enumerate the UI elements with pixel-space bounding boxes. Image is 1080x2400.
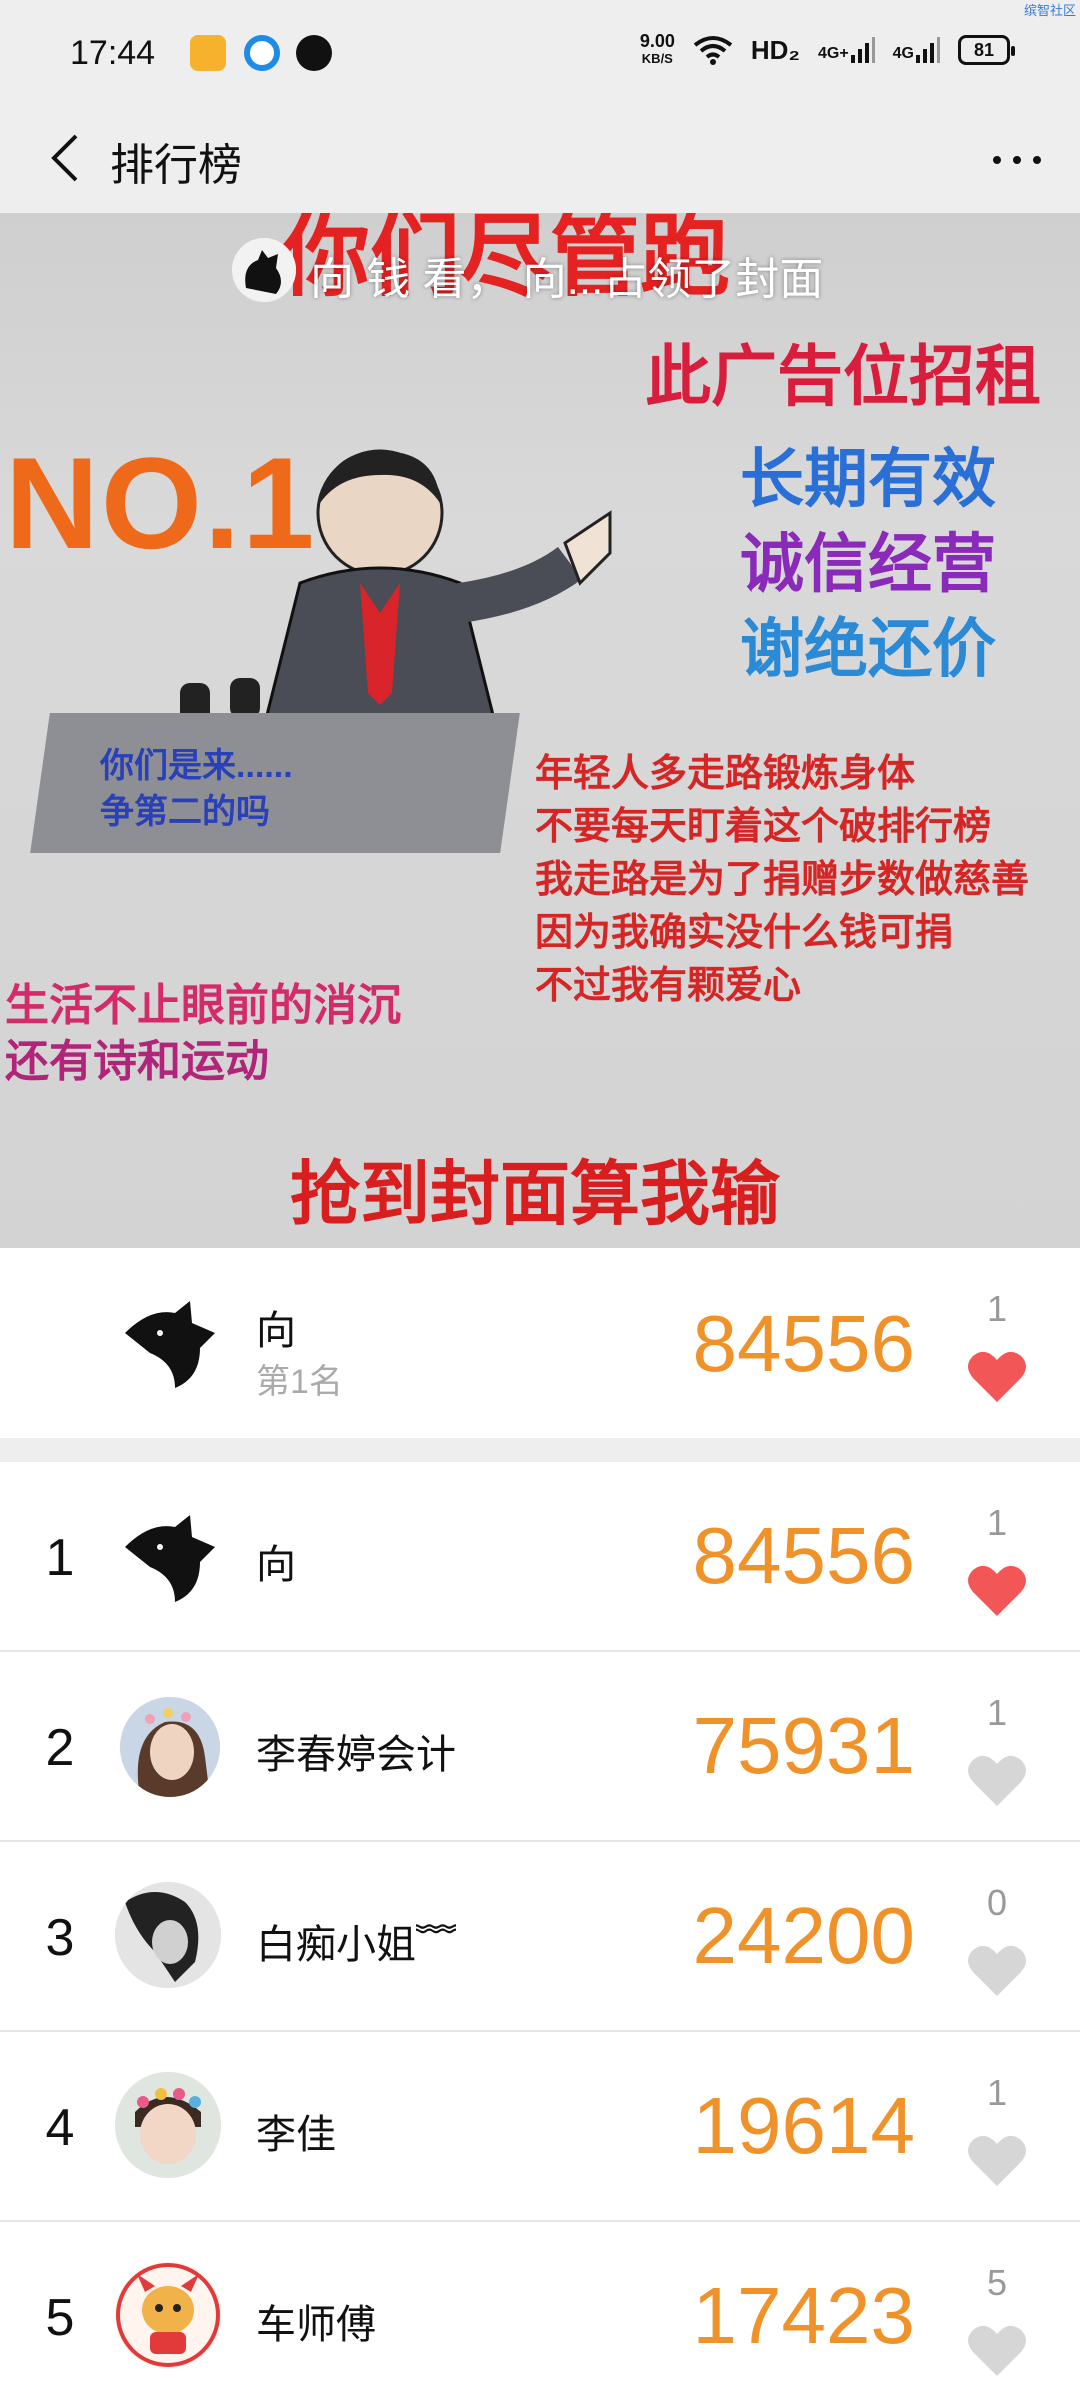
user-name: 向: [256, 1543, 296, 1587]
cover-owner-avatar: [232, 238, 296, 302]
net-speed: 9.00 KB/S: [639, 31, 675, 66]
heart-icon[interactable]: [967, 1348, 1027, 1404]
page-title: 排行榜: [110, 141, 242, 190]
status-icons: 9.00 KB/S HD₂ 4G+ 4G 81: [639, 31, 1015, 68]
cover-banner[interactable]: 你们尽管跑 向 钱 看， 向...占领了封面 此广告位招租 NO.1 长期有效 …: [0, 213, 1080, 1248]
step-count: 84556: [692, 1511, 915, 1600]
step-count: 75931: [692, 1701, 915, 1790]
heart-icon[interactable]: [967, 2322, 1027, 2378]
avatar: [120, 1507, 220, 1607]
battery-icon: 81: [958, 35, 1015, 65]
like-count: 1: [986, 1502, 1008, 1543]
heart-icon[interactable]: [967, 2132, 1027, 2188]
chevron-left-icon: [51, 134, 78, 182]
rank-number: 2: [45, 1719, 75, 1777]
left-text-block: 生活不止眼前的消沉 还有诗和运动: [5, 981, 401, 1086]
my-steps: 84556: [692, 1299, 915, 1388]
search-app-icon: [296, 35, 332, 71]
ad-text: 此广告位招租: [645, 339, 1041, 413]
step-count: 19614: [692, 2081, 915, 2170]
heart-icon[interactable]: [967, 1942, 1027, 1998]
rank-row-4[interactable]: 4 李佳 19614 1: [0, 2032, 1080, 2222]
heart-icon[interactable]: [967, 1752, 1027, 1808]
rank-row-5[interactable]: 5 车师傅 17423 5: [0, 2222, 1080, 2400]
mail-app-icon: [190, 35, 226, 71]
slogan-1: 长期有效: [740, 443, 996, 515]
watermark: 缤智社区: [1023, 3, 1076, 18]
step-count: 24200: [692, 1891, 915, 1980]
user-name: 白痴小姐﹌: [256, 1923, 456, 1967]
status-bar: 17:44 9.00 KB/S HD₂ 4G+ 4G 81 缤智社区: [0, 0, 1080, 105]
signal-icon-2: 4G: [893, 37, 940, 63]
back-button[interactable]: [30, 123, 100, 193]
like-count: 1: [986, 2072, 1008, 2113]
my-rank-label: 第1名: [256, 1363, 343, 1401]
user-name: 李佳: [256, 2113, 336, 2157]
slogan-3: 谢绝还价: [740, 613, 996, 685]
rank-row-1[interactable]: 1 向 84556 1: [0, 1462, 1080, 1652]
browser-app-icon: [244, 35, 280, 71]
like-count: 5: [986, 2262, 1008, 2303]
avatar: [115, 2072, 221, 2178]
podium-text: 你们是来...... 争第二的吗: [100, 747, 293, 831]
rank-number: 1: [45, 1529, 75, 1587]
hd-icon: HD₂: [750, 34, 800, 65]
my-avatar: [120, 1293, 220, 1393]
rank-number: 4: [45, 2099, 75, 2157]
status-time: 17:44: [70, 34, 156, 72]
more-button[interactable]: [982, 125, 1052, 195]
rank-number: 3: [45, 1909, 75, 1967]
slogan-2: 诚信经营: [740, 528, 996, 600]
right-text-block: 年轻人多走路锻炼身体 不要每天盯着这个破排行榜 我走路是为了捐赠步数做慈善 因为…: [535, 753, 1030, 1007]
bottom-text: 抢到封面算我输: [290, 1155, 780, 1233]
signal-icon-1: 4G+: [818, 37, 875, 63]
avatar: [120, 1697, 220, 1797]
more-dots-icon: [993, 156, 1041, 164]
section-divider: [0, 1438, 1080, 1462]
rank-row-2[interactable]: 2 李春婷会计 75931 1: [0, 1652, 1080, 1842]
user-name: 李春婷会计: [256, 1733, 456, 1777]
rank-number: 5: [45, 2289, 75, 2347]
my-name: 向: [256, 1309, 296, 1353]
my-rank-row[interactable]: 向 第1名 84556 1: [0, 1248, 1080, 1438]
title-bar: 排行榜: [0, 105, 1080, 213]
my-like-count: 1: [986, 1288, 1008, 1329]
wifi-icon: [693, 36, 733, 65]
step-count: 17423: [692, 2271, 915, 2360]
like-count: 0: [986, 1882, 1008, 1923]
ranking-page: 17:44 9.00 KB/S HD₂ 4G+ 4G 81 缤智社区 排行榜 你…: [0, 0, 1080, 2400]
avatar: [115, 1882, 221, 1988]
cover-caption: 向 钱 看， 向...占领了封面: [310, 255, 824, 304]
like-count: 1: [986, 1692, 1008, 1733]
heart-icon[interactable]: [967, 1562, 1027, 1618]
user-name: 车师傅: [256, 2303, 376, 2347]
avatar: [115, 2262, 221, 2368]
rank-row-3[interactable]: 3 白痴小姐﹌ 24200 0: [0, 1842, 1080, 2032]
